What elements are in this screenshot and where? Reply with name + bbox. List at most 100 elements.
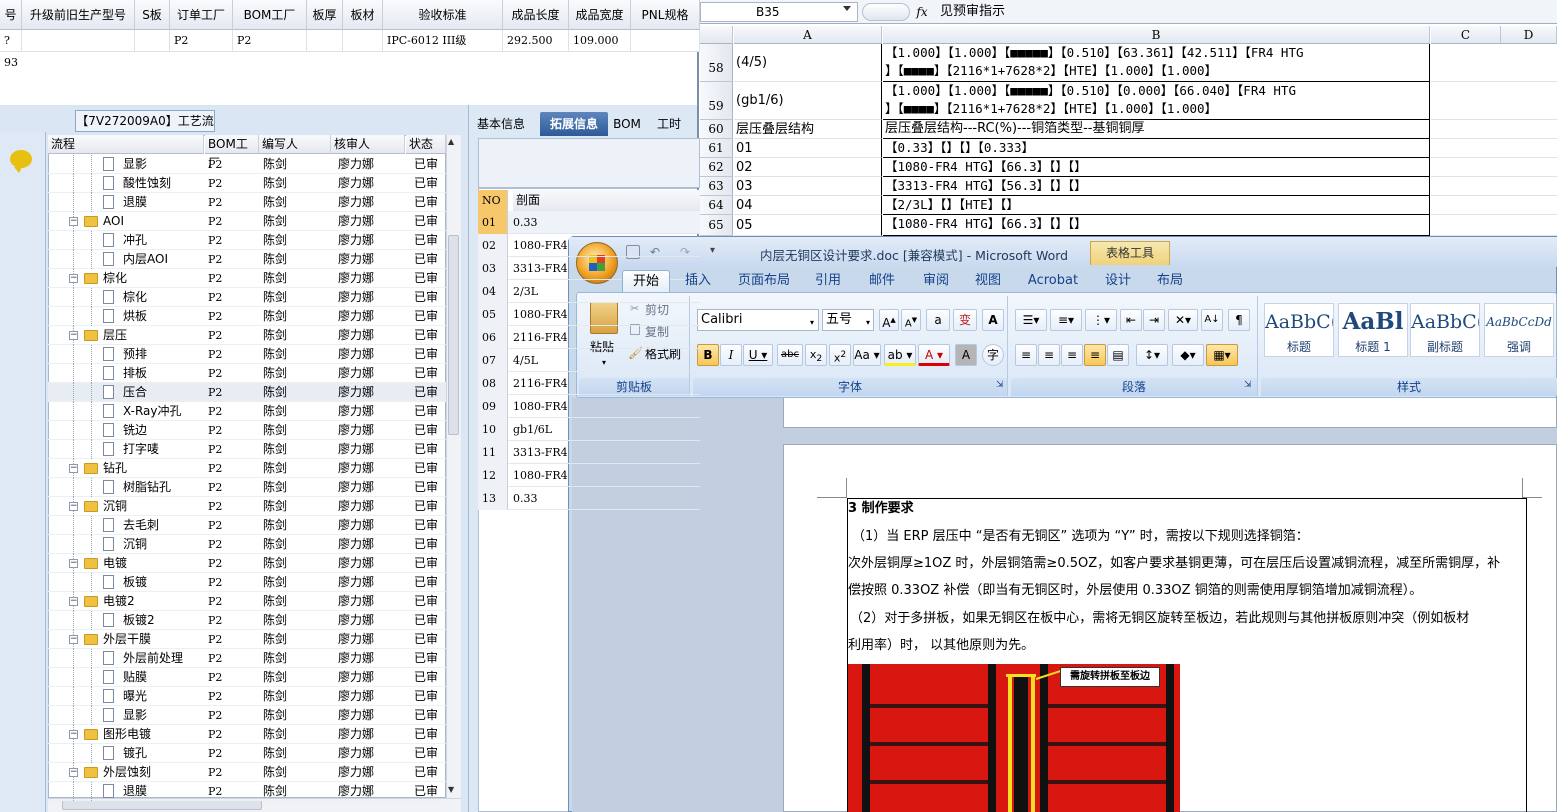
top-grid-header[interactable]: 升级前旧生产型号 (22, 0, 135, 30)
highlight-icon[interactable]: ab ▾ (884, 344, 916, 366)
top-grid-cell[interactable]: P2 (233, 30, 307, 52)
tree-collapse-icon[interactable]: − (69, 768, 78, 777)
stackup-row[interactable] (478, 303, 700, 326)
ribbon-tab[interactable]: 插入 (676, 270, 720, 292)
multilevel-list-icon[interactable]: ⋮▾ (1085, 309, 1117, 331)
increase-indent-icon[interactable]: ⇥ (1143, 309, 1165, 331)
mid-grid-header[interactable]: NO (478, 190, 508, 211)
row-header[interactable]: 60 (700, 120, 733, 139)
style-quick-item[interactable]: AaBbCcDd 强调 (1484, 303, 1554, 357)
cell-b[interactable]: 【1.000】【1.000】【■■■■■】【0.510】【63.361】【42.… (883, 44, 1430, 82)
cell-c[interactable] (1431, 139, 1557, 158)
cell-a[interactable]: 04 (734, 196, 882, 215)
bold-icon[interactable]: B (697, 344, 719, 366)
row-header[interactable]: 61 (700, 139, 733, 158)
grow-font-icon[interactable]: A▲ (879, 309, 899, 331)
top-grid-header[interactable]: PNL规格 (631, 0, 700, 30)
cell-c[interactable] (1431, 177, 1557, 196)
cell-c[interactable] (1431, 120, 1557, 139)
stackup-row[interactable] (478, 464, 700, 487)
ribbon-tab[interactable]: 布局 (1148, 270, 1192, 292)
cell-a[interactable]: 03 (734, 177, 882, 196)
cell-c[interactable] (1431, 215, 1557, 236)
stackup-row[interactable] (478, 418, 700, 441)
column-header[interactable]: A (734, 26, 882, 44)
flow-scroll-thumb[interactable] (448, 235, 459, 435)
flow-grid-header[interactable]: 状态 (406, 135, 446, 154)
stackup-row[interactable] (478, 326, 700, 349)
stackup-row[interactable] (478, 349, 700, 372)
top-grid-header[interactable]: 号 (0, 0, 22, 30)
font-dialog-launcher-icon[interactable]: ⇲ (996, 380, 1004, 390)
top-grid-cell[interactable]: 292.500 (503, 30, 569, 52)
tree-collapse-icon[interactable]: − (69, 502, 78, 511)
flow-hscroll-thumb[interactable] (62, 800, 262, 810)
chat-bubble-icon[interactable] (10, 150, 32, 173)
mid-tab[interactable]: 工时 (648, 112, 690, 136)
borders-icon[interactable]: ▦▾ (1206, 344, 1238, 366)
underline-icon[interactable]: U ▾ (743, 344, 773, 366)
top-grid-cell[interactable] (307, 30, 343, 52)
strikethrough-icon[interactable]: abc (777, 344, 803, 366)
flow-grid-header[interactable]: BOM工厂 (205, 135, 259, 170)
row-header[interactable]: 63 (700, 177, 733, 196)
top-grid-header[interactable]: S板 (135, 0, 170, 30)
cell-b[interactable]: 【0.33】【】【】【0.333】 (883, 139, 1430, 158)
top-grid-cell[interactable]: IPC-6012 III级 (383, 30, 503, 52)
bullets-icon[interactable]: ☰▾ (1015, 309, 1047, 331)
sort-icon[interactable]: A↓ (1201, 309, 1223, 331)
scroll-down-icon[interactable]: ▼ (448, 785, 454, 794)
top-grid-cell[interactable]: 109.000 (569, 30, 631, 52)
cell-a[interactable]: (gb1/6) (734, 82, 882, 120)
top-grid-cell[interactable] (22, 30, 135, 52)
top-grid-header[interactable]: BOM工厂 (233, 0, 307, 30)
column-header[interactable]: D (1501, 26, 1557, 44)
tree-collapse-icon[interactable]: − (69, 274, 78, 283)
stackup-row[interactable] (478, 487, 700, 510)
cell-c[interactable] (1431, 158, 1557, 177)
stackup-row[interactable] (478, 395, 700, 418)
chinese-layout-icon[interactable]: ✕▾ (1168, 309, 1198, 331)
ribbon-tab[interactable]: 页面布局 (730, 270, 798, 292)
phonetic-guide-icon[interactable]: 变 (953, 309, 977, 331)
decrease-indent-icon[interactable]: ⇤ (1120, 309, 1142, 331)
row-header[interactable]: 64 (700, 196, 733, 215)
cell-b[interactable]: 【2/3L】【】【HTE】【】 (883, 196, 1430, 215)
mid-tab[interactable]: BOM (612, 112, 642, 136)
cell-a[interactable]: 层压叠层结构 (734, 120, 882, 139)
cell-a[interactable]: 02 (734, 158, 882, 177)
row-header[interactable]: 62 (700, 158, 733, 177)
show-marks-icon[interactable]: ¶ (1228, 309, 1250, 331)
row-header[interactable]: 59 (700, 82, 733, 120)
align-right-icon[interactable]: ≡ (1061, 344, 1083, 366)
enclose-char-icon[interactable]: 字 (982, 344, 1004, 366)
shading-icon[interactable]: ◆▾ (1172, 344, 1204, 366)
select-all-corner[interactable] (700, 26, 733, 44)
tree-collapse-icon[interactable]: − (69, 730, 78, 739)
line-spacing-icon[interactable]: ↕▾ (1136, 344, 1168, 366)
insert-function-button[interactable]: fx (912, 4, 932, 20)
ribbon-tab[interactable]: 邮件 (860, 270, 904, 292)
top-grid-header[interactable]: 成品长度 (503, 0, 569, 30)
tree-collapse-icon[interactable]: − (69, 597, 78, 606)
mid-tab[interactable]: 基本信息 (470, 112, 532, 136)
formula-input[interactable]: 见预审指示 (940, 2, 1557, 22)
font-size-dropdown-icon[interactable]: ▾ (866, 318, 870, 327)
italic-icon[interactable]: I (720, 344, 742, 366)
clear-format-icon[interactable]: a (926, 309, 950, 331)
ribbon-tab[interactable]: 引用 (808, 270, 848, 292)
top-grid-cell[interactable] (631, 30, 700, 52)
align-center-icon[interactable]: ≡ (1038, 344, 1060, 366)
top-grid-header[interactable]: 板厚 (307, 0, 343, 30)
cell-b[interactable]: 【1080-FR4 HTG】【66.3】【】【】 (883, 215, 1430, 236)
ribbon-tab[interactable]: 设计 (1096, 270, 1140, 292)
cell-c[interactable] (1431, 196, 1557, 215)
top-grid-cell[interactable]: ?93 (0, 30, 22, 69)
customize-qat-icon[interactable]: ▾ (710, 245, 724, 259)
stackup-row[interactable] (478, 441, 700, 464)
formula-bar-expand-icon[interactable] (862, 3, 910, 21)
justify-icon[interactable]: ≡ (1084, 344, 1106, 366)
ribbon-tab[interactable]: Acrobat (1024, 270, 1082, 292)
font-color-icon[interactable]: A ▾ (918, 344, 950, 366)
ribbon-tab[interactable]: 视图 (966, 270, 1010, 292)
